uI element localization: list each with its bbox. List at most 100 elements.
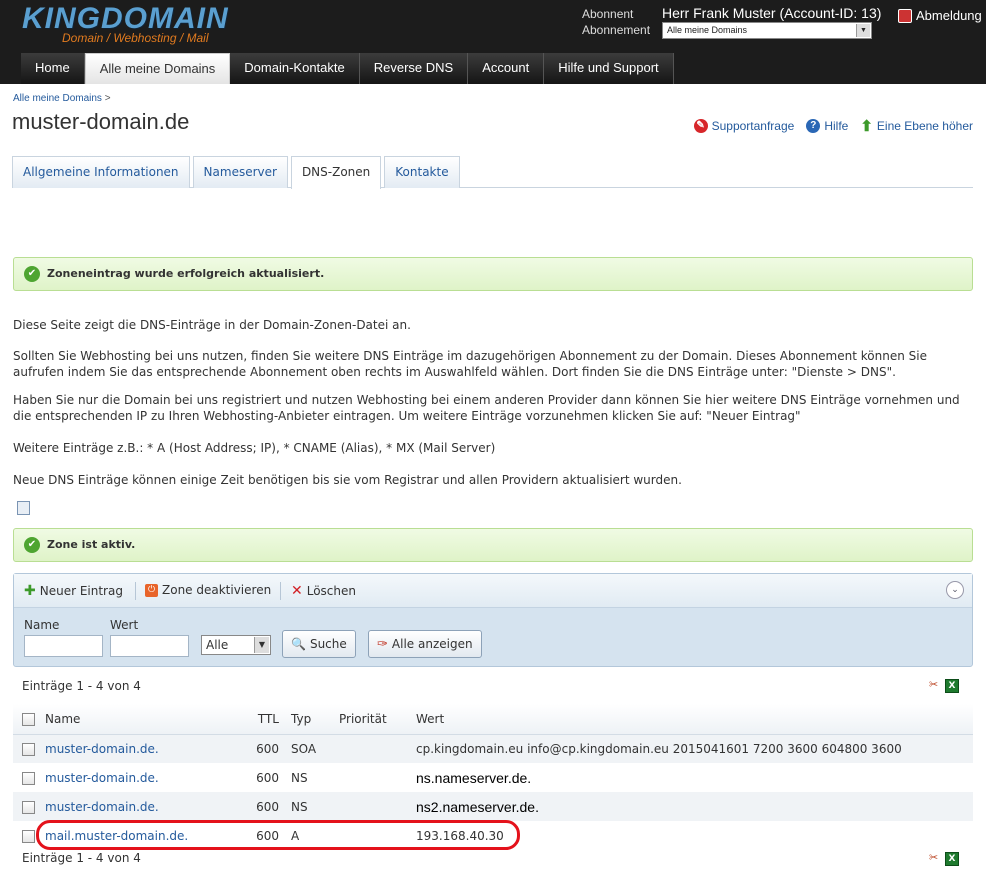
value-filter-input[interactable]	[110, 635, 189, 657]
page-title: muster-domain.de	[12, 109, 190, 134]
row-checkbox[interactable]	[22, 829, 35, 843]
show-all-button[interactable]: ✑ Alle anzeigen	[368, 630, 482, 658]
nav-reverse-dns[interactable]: Reverse DNS	[359, 53, 469, 84]
new-entry-button[interactable]: ✚ Neuer Eintrag	[24, 583, 123, 599]
zone-active-message: ✔ Zone ist aktiv.	[13, 528, 973, 562]
success-message: ✔ Zoneneintrag wurde erfolgreich aktuali…	[13, 257, 973, 291]
info-paragraph: Haben Sie nur die Domain bei uns registr…	[13, 393, 960, 423]
support-label: Supportanfrage	[711, 119, 795, 133]
domain-tabs: Allgemeine Informationen Nameserver DNS-…	[12, 156, 973, 189]
type-filter-select[interactable]: Alle ▼	[201, 635, 271, 655]
zone-file-icon[interactable]	[17, 501, 30, 515]
success-message-text: Zoneneintrag wurde erfolgreich aktualisi…	[47, 267, 325, 280]
row-checkbox[interactable]	[22, 800, 35, 814]
search-label: Suche	[309, 637, 347, 651]
name-filter-input[interactable]	[24, 635, 103, 657]
logout-label: Abmeldung	[916, 8, 982, 23]
record-name-link[interactable]: mail.muster-domain.de.	[45, 829, 188, 843]
table-row: mail.muster-domain.de. 600 A 193.168.40.…	[13, 821, 973, 850]
select-all-cell	[13, 704, 45, 735]
level-up-link[interactable]: ⬆ Eine Ebene höher	[860, 117, 973, 135]
excel-export-icon[interactable]: X	[945, 852, 959, 866]
deactivate-zone-label: Zone deaktivieren	[162, 583, 272, 597]
record-value: ns.nameserver.de.	[416, 769, 532, 786]
logout-icon	[898, 8, 912, 23]
excel-export-icon[interactable]: X	[945, 679, 959, 693]
toolbar-divider	[135, 582, 136, 600]
record-type: NS	[291, 770, 308, 785]
dns-filter-panel: ✚ Neuer Eintrag ⏻ Zone deaktivieren ✕ Lö…	[13, 573, 973, 667]
breadcrumb-link[interactable]: Alle meine Domains	[13, 93, 102, 104]
record-name-cell: mail.muster-domain.de.	[45, 821, 235, 850]
export-tools: ✂ X	[929, 679, 959, 693]
deactivate-zone-button[interactable]: ⏻ Zone deaktivieren	[145, 583, 271, 597]
table-row: muster-domain.de. 600 NS ns2.nameserver.…	[13, 792, 973, 821]
nav-help-support[interactable]: Hilfe und Support	[544, 53, 674, 84]
help-icon: ?	[806, 119, 821, 133]
row-checkbox[interactable]	[22, 771, 35, 785]
record-type: NS	[291, 792, 339, 821]
subscription-label: Abonnement	[582, 23, 651, 37]
export-tools-bottom: ✂ X	[929, 852, 959, 866]
col-value[interactable]: Wert	[416, 704, 973, 735]
tab-general-info[interactable]: Allgemeine Informationen	[12, 156, 190, 188]
user-name: Herr Frank Muster (Account-ID: 13)	[662, 5, 882, 21]
record-name-link[interactable]: muster-domain.de.	[45, 771, 159, 785]
tab-nameserver[interactable]: Nameserver	[192, 156, 288, 188]
tools-icon[interactable]: ✂	[929, 679, 941, 691]
delete-label: Löschen	[306, 584, 356, 598]
record-name-cell: muster-domain.de.	[45, 792, 235, 821]
record-ttl: 600	[256, 828, 279, 843]
nav-account[interactable]: Account	[468, 53, 545, 84]
check-icon: ✔	[24, 537, 40, 553]
tab-dns-zones[interactable]: DNS-Zonen	[290, 156, 382, 189]
breadcrumb: Alle meine Domains >	[13, 93, 111, 104]
record-value: 193.168.40.30	[416, 828, 504, 843]
col-name[interactable]: Name	[45, 704, 235, 735]
nav-home[interactable]: Home	[21, 53, 85, 84]
col-priority[interactable]: Priorität	[339, 704, 416, 735]
nav-domain-contacts[interactable]: Domain-Kontakte	[230, 53, 360, 84]
help-label: Hilfe	[824, 119, 849, 133]
record-priority	[339, 734, 416, 763]
col-type[interactable]: Typ	[291, 704, 339, 735]
chevron-down-icon: ▼	[254, 637, 269, 653]
select-all-checkbox[interactable]	[22, 712, 35, 726]
help-link[interactable]: ? Hilfe	[806, 117, 848, 135]
search-button[interactable]: 🔍 Suche	[282, 630, 356, 658]
record-name-cell: muster-domain.de.	[45, 763, 235, 792]
subscription-select[interactable]: Alle meine Domains ▼	[662, 22, 872, 39]
col-ttl[interactable]: TTL	[235, 704, 291, 735]
broom-icon: ✑	[377, 636, 388, 652]
record-name-link[interactable]: muster-domain.de.	[45, 742, 159, 756]
row-select-cell	[13, 821, 45, 850]
row-checkbox[interactable]	[22, 742, 35, 756]
support-request-link[interactable]: ✎ Supportanfrage	[693, 117, 795, 135]
record-ttl: 600	[235, 792, 291, 821]
subscriber-labels: Abonnent Abonnement	[582, 6, 650, 38]
record-priority	[339, 763, 416, 792]
delete-button[interactable]: ✕ Löschen	[291, 583, 356, 599]
record-name-link[interactable]: muster-domain.de.	[45, 800, 159, 814]
tools-icon[interactable]: ✂	[929, 852, 941, 864]
breadcrumb-separator: >	[104, 93, 111, 104]
nav-all-domains[interactable]: Alle meine Domains	[84, 53, 231, 84]
logout-link[interactable]: Abmeldung	[898, 8, 982, 23]
search-icon: 🔍	[291, 637, 306, 651]
value-filter-label: Wert	[110, 618, 139, 632]
subscriber-label: Abonnent	[582, 7, 634, 21]
info-paragraph: Neue DNS Einträge können einige Zeit ben…	[13, 473, 682, 487]
kingdomain-logo[interactable]: KINGDOMAIN Domain / Webhosting / Mail	[22, 2, 242, 46]
table-header-row: Name TTL Typ Priorität Wert	[13, 704, 973, 735]
tab-contacts[interactable]: Kontakte	[384, 156, 460, 188]
level-up-label: Eine Ebene höher	[876, 119, 973, 133]
info-paragraph: Weitere Einträge z.B.: * A (Host Address…	[13, 441, 496, 455]
row-select-cell	[13, 763, 45, 792]
collapse-icon[interactable]: ⌄	[946, 581, 964, 599]
record-value: cp.kingdomain.eu info@cp.kingdomain.eu 2…	[416, 734, 973, 763]
record-value: ns2.nameserver.de.	[416, 792, 973, 821]
show-all-label: Alle anzeigen	[391, 637, 473, 651]
type-filter-value: Alle	[206, 638, 229, 652]
table-row: muster-domain.de. 600 NS ns.nameserver.d…	[13, 763, 973, 792]
dns-records-table: Name TTL Typ Priorität Wert muster-domai…	[13, 704, 973, 850]
